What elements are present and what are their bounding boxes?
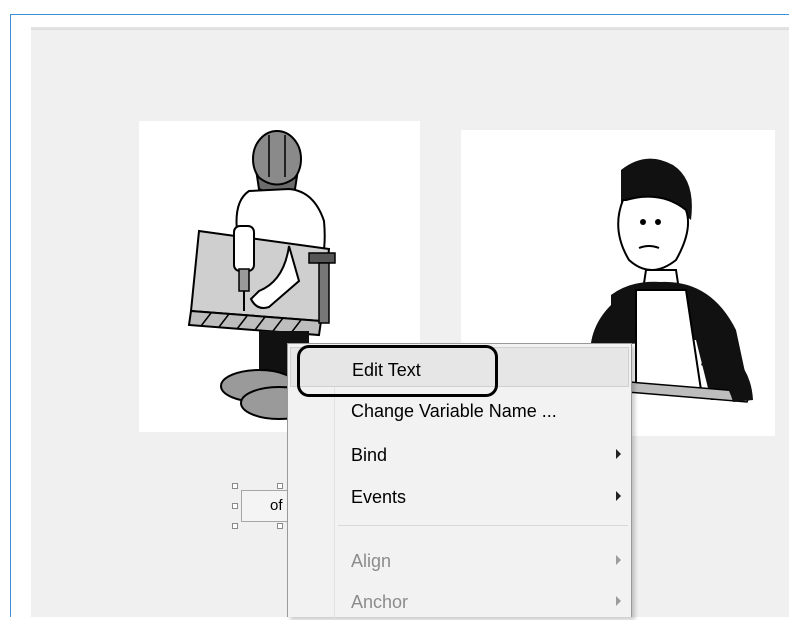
resize-handle-bottom-left[interactable] (232, 523, 238, 529)
resize-handle-left[interactable] (232, 503, 238, 509)
menu-item-anchor[interactable]: Anchor (290, 580, 629, 620)
menu-item-events[interactable]: Events (290, 475, 629, 515)
menu-item-label: Events (351, 487, 407, 507)
menu-item-label: Align (351, 551, 392, 571)
resize-handle-top-left[interactable] (232, 483, 238, 489)
menu-item-align[interactable]: Align (290, 539, 629, 579)
resize-handle-bottom[interactable] (277, 523, 283, 529)
submenu-arrow-icon (616, 491, 621, 501)
resize-handle-top[interactable] (277, 483, 283, 489)
menu-item-label: Anchor (351, 592, 409, 612)
menu-separator (338, 525, 628, 526)
menu-item-bind[interactable]: Bind (290, 433, 629, 473)
menu-item-label: Bind (351, 445, 388, 465)
menu-item-label: Change Variable Name ... (351, 401, 557, 421)
submenu-arrow-icon (616, 555, 621, 565)
submenu-arrow-icon (616, 449, 621, 459)
highlight-annotation (297, 345, 498, 397)
submenu-arrow-icon (616, 596, 621, 606)
